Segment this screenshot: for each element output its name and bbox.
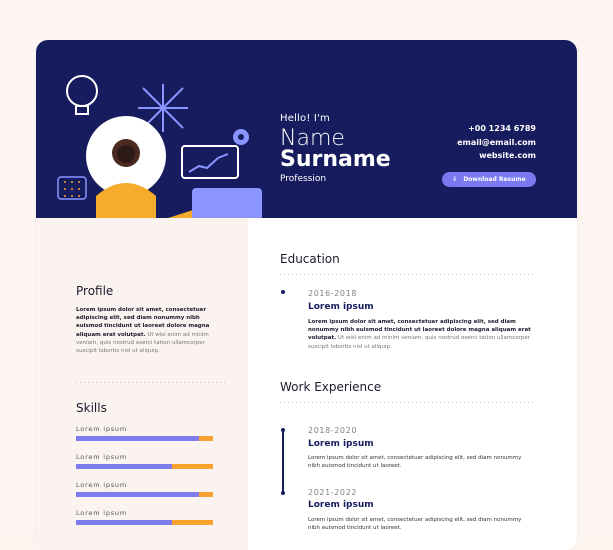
website-text: website.com: [479, 151, 536, 160]
skill-fill: [76, 464, 172, 469]
skill-bar: [76, 464, 213, 469]
work-period: 2018-2020: [308, 426, 358, 435]
resume-card: Hello! I'm Name Surname Profession +00 1…: [36, 40, 577, 550]
resume-header: Hello! I'm Name Surname Profession +00 1…: [36, 40, 577, 240]
work-timeline-dot: [281, 428, 285, 432]
left-divider: [76, 382, 226, 383]
left-column: [36, 218, 248, 550]
profile-paragraph: Lorem ipsum dolor sit amet, consectetuer…: [76, 306, 216, 355]
skill-bar: [76, 436, 213, 441]
work-divider: [280, 402, 534, 403]
skill-label: Lorem ipsum: [76, 425, 127, 433]
work-entry-title: Lorem ipsum: [308, 500, 374, 510]
skill-bar: [76, 520, 213, 525]
lightbulb-icon: [66, 75, 98, 115]
download-resume-button[interactable]: ⇩ Download Resume: [442, 172, 536, 187]
education-entry-text: Lorem ipsum dolor sit amet, consectetuer…: [308, 318, 534, 351]
skill-fill: [76, 436, 199, 441]
skill-label: Lorem ipsum: [76, 453, 127, 461]
gear-icon: [233, 129, 249, 145]
skill-label: Lorem ipsum: [76, 481, 127, 489]
download-icon: ⇩: [452, 176, 458, 183]
skill-fill: [76, 520, 172, 525]
hello-text: Hello! I'm: [280, 113, 330, 124]
phone-text: +00 1234 6789: [468, 124, 536, 133]
work-entry-title: Lorem ipsum: [308, 439, 374, 449]
work-title: Work Experience: [280, 380, 382, 394]
profession-text: Profession: [280, 174, 327, 184]
download-label: Download Resume: [463, 176, 526, 183]
work-timeline-dot: [281, 491, 285, 495]
surname-text: Surname: [280, 147, 391, 172]
education-divider: [280, 274, 534, 275]
dots-grid-icon: [57, 176, 87, 200]
work-period: 2021-2022: [308, 488, 358, 497]
education-timeline-dot: [281, 290, 285, 294]
skill-label: Lorem ipsum: [76, 509, 127, 517]
skill-bar: [76, 492, 213, 497]
work-timeline-line: [282, 430, 284, 493]
email-text: email@email.com: [457, 138, 536, 147]
work-entry-text: Lorem ipsum dolor sit amet, consectetuer…: [308, 455, 522, 470]
profile-title: Profile: [76, 284, 114, 298]
education-text-light: Ut wisi enim ad minim veniam, quis nostr…: [308, 335, 531, 350]
skill-fill: [76, 492, 199, 497]
work-entry-text: Lorem ipsum dolor sit amet, consectetuer…: [308, 517, 522, 532]
education-entry-title: Lorem ipsum: [308, 302, 374, 312]
skills-title: Skills: [76, 401, 107, 415]
chart-board-icon: [181, 145, 239, 179]
education-period: 2016-2018: [308, 289, 358, 298]
education-title: Education: [280, 252, 340, 266]
header-illustration: [57, 75, 262, 240]
